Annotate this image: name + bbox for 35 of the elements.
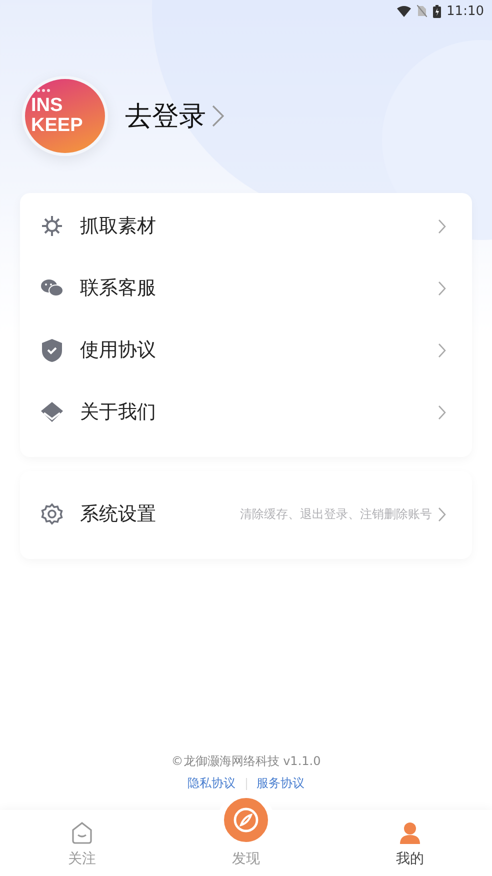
home-icon [71,822,93,844]
logo-text: INS [31,96,63,116]
chevron-icon [438,404,446,420]
login-link[interactable]: 去登录 [125,98,206,134]
menu-label: 使用协议 [80,338,156,363]
policy-link[interactable]: 服务协议 [256,775,304,792]
settings-item[interactable]: 系统设置 清除缓存、退出登录、注销删除账号 [20,491,472,537]
policy-link[interactable]: 隐私协议 [188,775,236,792]
menu-label: 联系客服 [80,276,156,301]
copyright-text: ©龙御灏海网络科技 v1.1.0 [171,753,321,770]
menu-label: 抓取素材 [80,214,156,239]
chat-icon [41,279,63,297]
compass-icon [233,807,259,833]
chevron-icon [438,280,446,296]
menu-label: 关于我们 [80,400,156,425]
status-time: 11:10 [446,4,484,18]
user-icon [399,822,421,844]
wifi-icon [396,6,411,16]
menu-item[interactable]: 联系客服 [20,257,472,319]
menu-item[interactable]: 关于我们 [20,381,472,443]
chevron-icon [438,218,446,234]
tab[interactable]: 我的 [328,810,492,876]
chevron-icon [438,506,446,522]
logo-text: KEEP [31,116,83,136]
settings-icon [41,503,63,525]
chevron-icon [212,104,224,126]
shield-check-icon [41,338,63,362]
no-sim-icon [416,5,427,17]
battery-icon [432,4,441,18]
settings-label: 系统设置 [80,502,156,527]
menu-item[interactable]: 抓取素材 [20,195,472,257]
settings-hint: 清除缓存、退出登录、注销删除账号 [240,506,432,522]
menu-item[interactable]: 使用协议 [20,319,472,381]
chevron-icon [438,342,446,358]
diamond-icon [41,402,63,422]
